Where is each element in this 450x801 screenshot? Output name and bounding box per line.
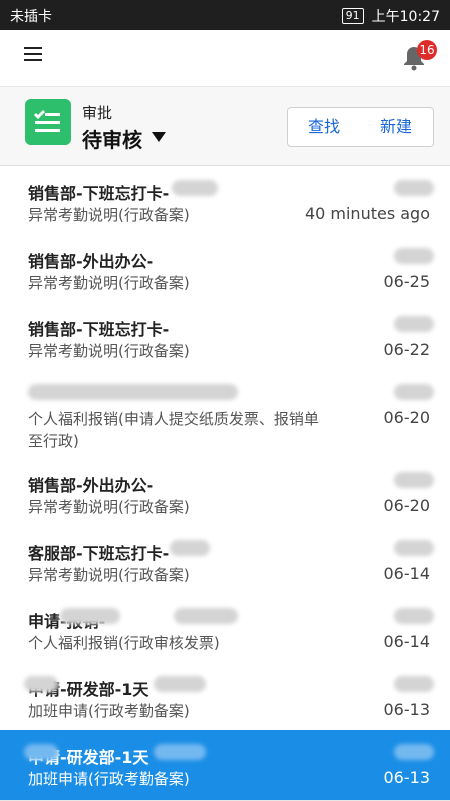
item-title: 客服部-下班忘打卡- [28,544,170,563]
redacted-text [394,180,434,196]
item-date: 06-20 [383,408,431,427]
top-bar: 16 [0,30,450,87]
notification-badge: 16 [417,40,437,60]
item-title: 销售部-外出办公- [28,252,154,271]
redacted-text [28,384,238,400]
list-item[interactable]: 申请-研发部-1天 加班申请(行政考勤备案) 06-13 [0,662,450,731]
carrier-text: 未插卡 [10,9,52,25]
item-title: 销售部-外出办公- [28,476,154,495]
redacted-text [170,540,210,556]
item-date: 06-20 [383,496,431,515]
redacted-text [394,608,434,624]
item-date: 06-25 [383,272,431,291]
item-subtitle: 加班申请(行政考勤备案) [28,702,190,720]
clock-text: 上午10:27 [371,9,440,25]
item-date: 06-13 [383,700,431,719]
item-subtitle: 异常考勤说明(行政备案) [28,498,190,516]
status-bar: 未插卡 91 上午10:27 [0,0,450,30]
item-subtitle: 个人福利报销(申请人提交纸质发票、报销单至行政) [28,410,319,450]
dropdown-caret-icon[interactable] [152,132,166,142]
search-button[interactable]: 查找 [287,107,361,147]
redacted-text [394,384,434,400]
redacted-text [24,744,58,760]
list-item[interactable]: 客服部-下班忘打卡- 异常考勤说明(行政备案) 06-14 [0,526,450,595]
redacted-text [394,248,434,264]
redacted-text [60,608,120,624]
approval-app-icon [25,99,71,145]
redacted-text [24,676,58,692]
item-date: 06-22 [383,340,431,359]
list-item[interactable]: 销售部-外出办公- 异常考勤说明(行政备案) 06-20 [0,458,450,527]
approval-header: 审批 待审核 查找 新建 [0,87,450,166]
section-label: 审批 [82,104,113,122]
redacted-text [154,744,206,760]
redacted-text [394,472,434,488]
redacted-text [394,316,434,332]
redacted-text [172,180,218,196]
redacted-text [174,608,238,624]
new-button[interactable]: 新建 [359,107,434,147]
item-date: 06-14 [383,632,431,651]
list-item[interactable]: 个人福利报销(申请人提交纸质发票、报销单至行政) 06-20 [0,370,450,459]
page-title[interactable]: 待审核 [82,124,142,153]
item-subtitle: 个人福利报销(行政审核发票) [28,634,220,652]
item-subtitle: 异常考勤说明(行政备案) [28,274,190,292]
item-title: 销售部-下班忘打卡- [28,320,170,339]
redacted-text [154,676,206,692]
item-subtitle: 加班申请(行政考勤备案) [28,770,190,788]
redacted-text [394,540,434,556]
item-date: 06-14 [383,564,431,583]
redacted-text [394,744,434,760]
item-date: 40 minutes ago [304,204,430,223]
menu-icon[interactable] [24,47,42,63]
item-subtitle: 异常考勤说明(行政备案) [28,342,190,360]
redacted-text [394,676,434,692]
item-date: 06-13 [383,768,431,787]
battery-indicator: 91 [341,8,364,24]
list-item[interactable]: 申请-报销- 个人福利报销(行政审核发票) 06-14 [0,594,450,663]
list-item[interactable]: 销售部-外出办公- 异常考勤说明(行政备案) 06-25 [0,234,450,303]
item-title: 销售部-下班忘打卡- [28,184,170,203]
item-subtitle: 异常考勤说明(行政备案) [28,206,190,224]
status-right: 91 上午10:27 [341,6,440,26]
approval-list: 销售部-下班忘打卡- 异常考勤说明(行政备案) 40 minutes ago 销… [0,166,450,801]
item-subtitle: 异常考勤说明(行政备案) [28,566,190,584]
list-item[interactable]: 销售部-下班忘打卡- 异常考勤说明(行政备案) 40 minutes ago [0,166,450,235]
list-item-selected[interactable]: 申请-研发部-1天 加班申请(行政考勤备案) 06-13 [0,730,450,801]
list-item[interactable]: 销售部-下班忘打卡- 异常考勤说明(行政备案) 06-22 [0,302,450,371]
